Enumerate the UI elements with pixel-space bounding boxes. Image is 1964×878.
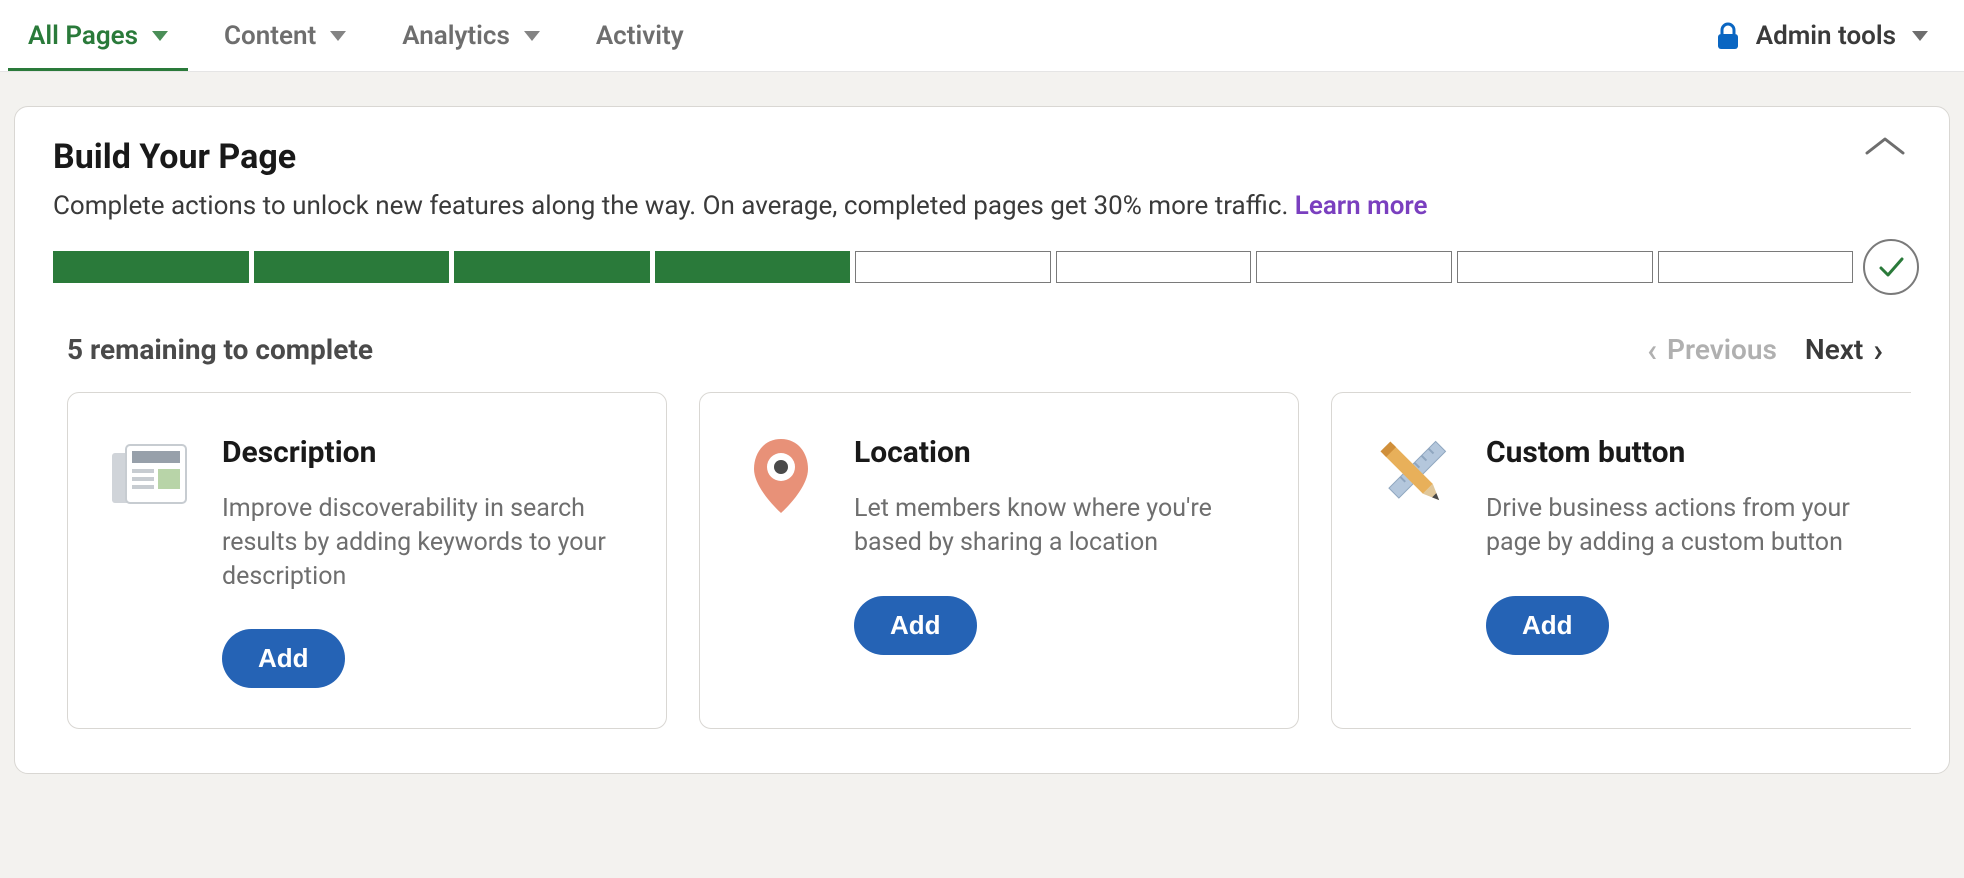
add-custom-button[interactable]: Add: [1486, 596, 1609, 655]
description-icon: [104, 429, 194, 519]
remaining-count: 5 remaining to complete: [67, 333, 373, 366]
location-pin-icon: [736, 429, 826, 519]
nav-admin-tools[interactable]: Admin tools: [1688, 0, 1956, 71]
card-description: Drive business actions from your page by…: [1486, 492, 1894, 560]
progress-bar: [53, 251, 1911, 283]
progress-segment: [1056, 251, 1252, 283]
nav-label: Admin tools: [1756, 21, 1896, 51]
nav-all-pages[interactable]: All Pages: [0, 0, 196, 71]
progress-segment: [655, 251, 851, 283]
panel-subtitle: Complete actions to unlock new features …: [53, 191, 1911, 221]
progress-segment: [1256, 251, 1452, 283]
nav-label: Content: [224, 21, 316, 51]
progress-segment: [454, 251, 650, 283]
caret-down-icon: [330, 31, 346, 41]
build-page-panel: Build Your Page Complete actions to unlo…: [14, 106, 1950, 774]
pencil-ruler-icon: [1368, 429, 1458, 519]
chevron-right-icon: ›: [1873, 334, 1883, 366]
progress-segment: [855, 251, 1051, 283]
caret-down-icon: [524, 31, 540, 41]
nav-analytics[interactable]: Analytics: [374, 0, 568, 71]
card-description: Let members know where you're based by s…: [854, 492, 1262, 560]
card-title: Location: [854, 435, 1262, 470]
card-description: Improve discoverability in search result…: [222, 492, 630, 593]
lock-icon: [1716, 22, 1740, 50]
nav-label: Activity: [596, 21, 684, 51]
nav-activity[interactable]: Activity: [568, 0, 712, 71]
nav-label: All Pages: [28, 21, 138, 51]
previous-button[interactable]: ‹ Previous: [1633, 327, 1791, 372]
add-location-button[interactable]: Add: [854, 596, 977, 655]
next-button[interactable]: Next ›: [1791, 327, 1897, 372]
task-card-description: Description Improve discoverability in s…: [67, 392, 667, 729]
progress-segment: [1457, 251, 1653, 283]
learn-more-link[interactable]: Learn more: [1295, 191, 1428, 221]
task-card-location: Location Let members know where you're b…: [699, 392, 1299, 729]
nav-content[interactable]: Content: [196, 0, 374, 71]
top-nav: All Pages Content Analytics Activity Adm…: [0, 0, 1964, 72]
progress-check-icon: [1863, 239, 1919, 295]
panel-title: Build Your Page: [53, 137, 1911, 177]
caret-down-icon: [152, 31, 168, 41]
progress-segment: [254, 251, 450, 283]
chevron-up-icon: [1863, 135, 1907, 159]
card-title: Description: [222, 435, 630, 470]
nav-label: Analytics: [402, 21, 510, 51]
progress-segment: [53, 251, 249, 283]
pager-row: 5 remaining to complete ‹ Previous Next …: [67, 327, 1897, 372]
collapse-toggle[interactable]: [1863, 135, 1907, 159]
card-title: Custom button: [1486, 435, 1894, 470]
caret-down-icon: [1912, 31, 1928, 41]
chevron-left-icon: ‹: [1647, 334, 1657, 366]
progress-segment: [1658, 251, 1854, 283]
add-description-button[interactable]: Add: [222, 629, 345, 688]
task-card-custom-button: Custom button Drive business actions fro…: [1331, 392, 1911, 729]
task-cards: Description Improve discoverability in s…: [53, 392, 1911, 729]
